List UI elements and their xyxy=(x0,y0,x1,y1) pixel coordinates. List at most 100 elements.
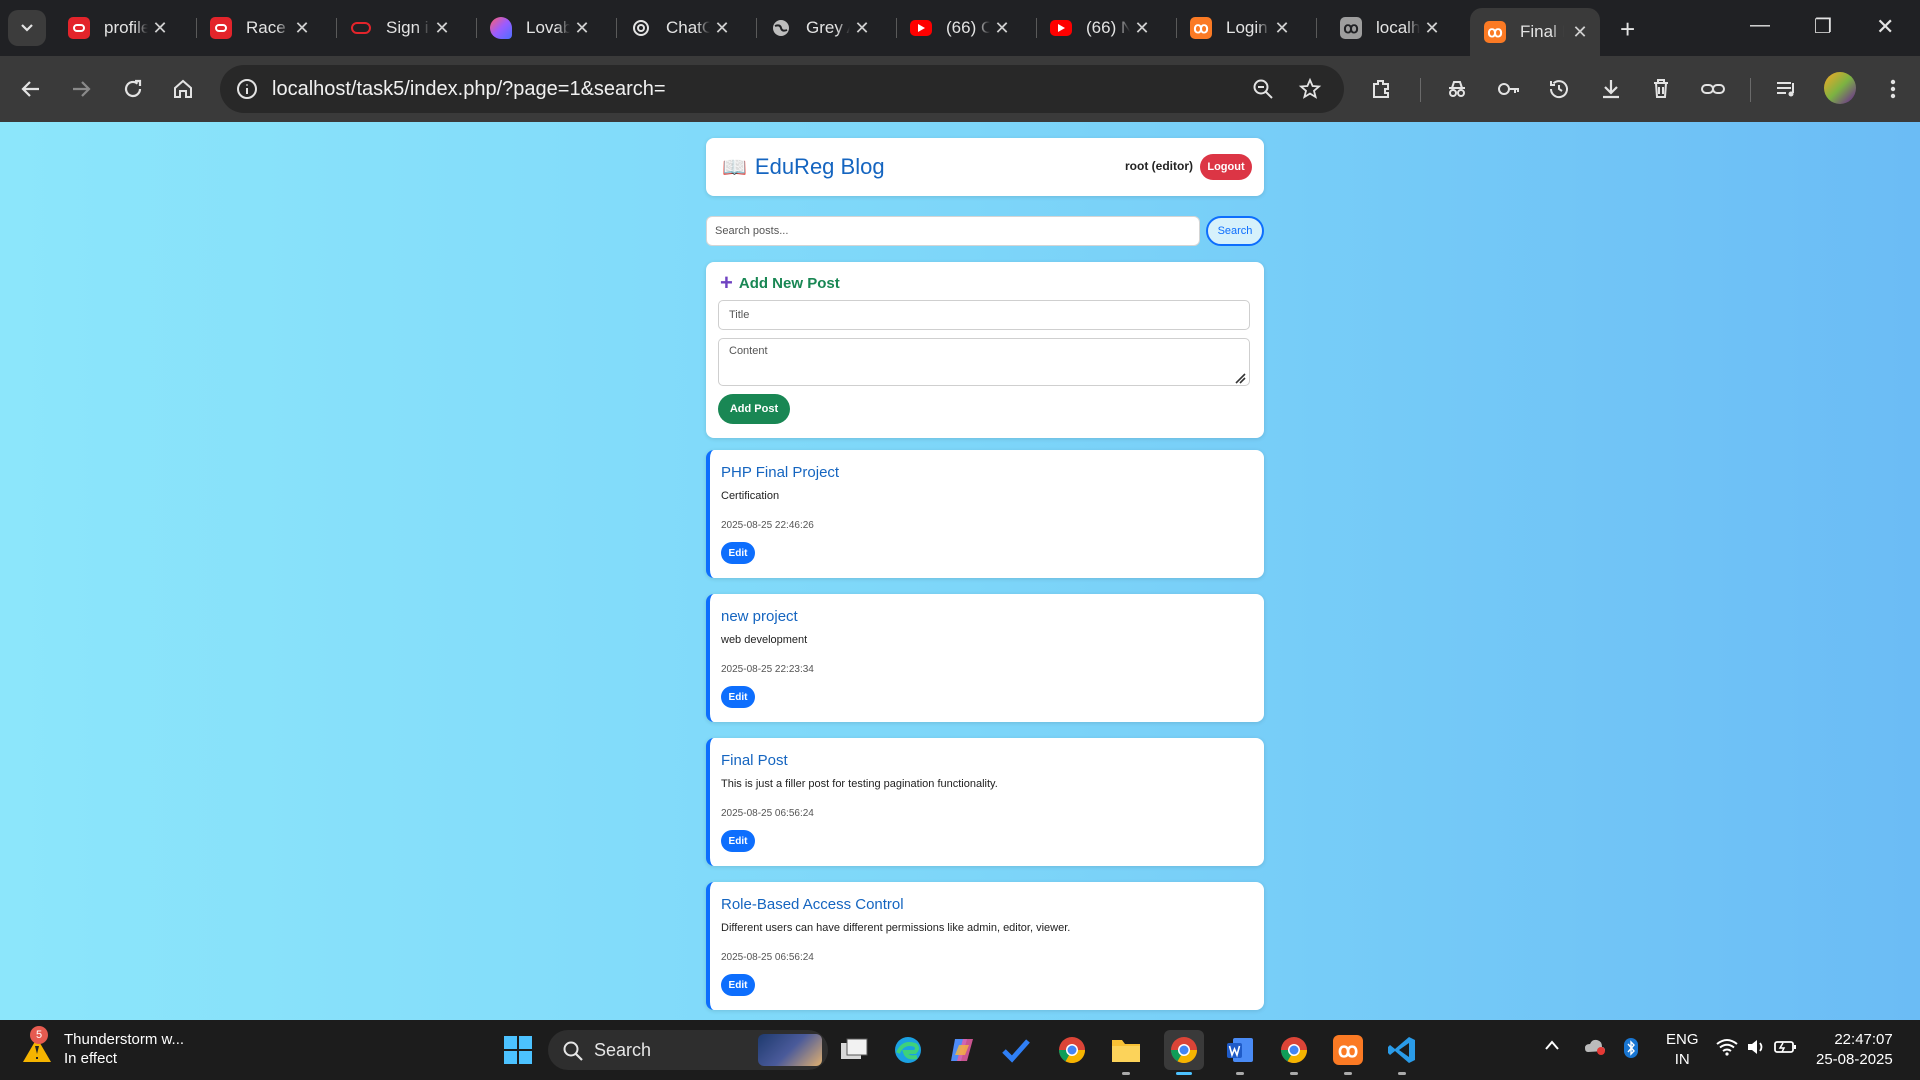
incognito-icon[interactable] xyxy=(1444,76,1470,102)
home-icon[interactable] xyxy=(170,76,196,102)
edit-post-button[interactable]: Edit xyxy=(721,686,755,708)
post-title[interactable]: PHP Final Project xyxy=(721,464,839,481)
add-post-button[interactable]: Add Post xyxy=(718,394,790,424)
post-content-input[interactable] xyxy=(718,338,1250,386)
volume-icon[interactable] xyxy=(1746,1038,1766,1059)
xampp-icon: ꝏ xyxy=(1340,17,1362,39)
copilot-icon[interactable] xyxy=(944,1032,980,1068)
password-key-icon[interactable] xyxy=(1496,76,1522,102)
chrome-active-icon[interactable] xyxy=(1164,1030,1204,1070)
close-tab-icon[interactable]: ✕ xyxy=(852,18,872,39)
browser-tab[interactable]: ꝏ Login ✕ xyxy=(1176,8,1302,48)
chatgpt-icon xyxy=(630,17,652,39)
browser-tab[interactable]: ꝏ localh ✕ xyxy=(1326,8,1452,48)
extensions-icon[interactable] xyxy=(1368,76,1394,102)
link-icon[interactable] xyxy=(1700,76,1726,102)
post-title[interactable]: Role-Based Access Control xyxy=(721,896,904,913)
chrome-profile-icon[interactable] xyxy=(1276,1032,1312,1068)
search-icon xyxy=(562,1040,584,1067)
page-viewport: 📖 EduReg Blog root (editor) Logout Searc… xyxy=(0,122,1920,1020)
battery-icon[interactable] xyxy=(1774,1038,1798,1059)
edit-post-button[interactable]: Edit xyxy=(721,974,755,996)
close-tab-icon[interactable]: ✕ xyxy=(292,18,312,39)
address-bar[interactable]: localhost/task5/index.php/?page=1&search… xyxy=(220,65,1344,113)
word-icon[interactable] xyxy=(1222,1032,1258,1068)
tab-search-button[interactable] xyxy=(8,10,46,46)
search-input[interactable] xyxy=(706,216,1200,246)
close-tab-icon[interactable]: ✕ xyxy=(1570,22,1590,43)
close-tab-icon[interactable]: ✕ xyxy=(992,18,1012,39)
post-date: 2025-08-25 22:23:34 xyxy=(721,664,814,675)
xampp-taskbar-icon[interactable]: ꝏ xyxy=(1330,1032,1366,1068)
resize-handle-icon[interactable] xyxy=(1234,372,1246,384)
post-date: 2025-08-25 22:46:26 xyxy=(721,520,814,531)
taskbar-search-box[interactable]: Search xyxy=(548,1030,828,1070)
browser-tab[interactable]: Sign in ✕ xyxy=(336,8,462,48)
clock-date: 25-08-2025 xyxy=(1816,1051,1893,1068)
edit-post-button[interactable]: Edit xyxy=(721,542,755,564)
new-tab-button[interactable]: + xyxy=(1620,14,1635,45)
bluetooth-icon[interactable] xyxy=(1624,1038,1638,1061)
weather-widget[interactable]: 5 Thunderstorm w... In effect xyxy=(20,1026,184,1068)
post-date: 2025-08-25 06:56:24 xyxy=(721,808,814,819)
edit-post-button[interactable]: Edit xyxy=(721,830,755,852)
file-explorer-icon[interactable] xyxy=(1108,1032,1144,1068)
restore-icon[interactable]: ❐ xyxy=(1814,14,1832,39)
wifi-icon[interactable] xyxy=(1716,1038,1738,1059)
post-title[interactable]: new project xyxy=(721,608,798,625)
browser-tab[interactable]: Grey A ✕ xyxy=(756,8,882,48)
user-role-label: root (editor) xyxy=(1125,159,1193,173)
todo-icon[interactable] xyxy=(998,1032,1034,1068)
close-tab-icon[interactable]: ✕ xyxy=(1422,18,1442,39)
close-tab-icon[interactable]: ✕ xyxy=(432,18,452,39)
browser-tab[interactable]: profile ✕ xyxy=(54,8,180,48)
site-brand[interactable]: 📖 EduReg Blog xyxy=(722,154,885,180)
bookmark-star-icon[interactable] xyxy=(1298,77,1322,106)
search-button[interactable]: Search xyxy=(1206,216,1264,246)
back-icon[interactable] xyxy=(18,76,44,102)
browser-menu-icon[interactable] xyxy=(1880,76,1906,102)
chrome-icon[interactable] xyxy=(1054,1032,1090,1068)
close-tab-icon[interactable]: ✕ xyxy=(150,18,170,39)
task-view-icon[interactable] xyxy=(836,1032,872,1068)
onedrive-error-icon[interactable] xyxy=(1584,1038,1606,1059)
edge-icon[interactable] xyxy=(890,1032,926,1068)
media-queue-icon[interactable] xyxy=(1774,76,1800,102)
close-tab-icon[interactable]: ✕ xyxy=(1132,18,1152,39)
close-window-icon[interactable]: ✕ xyxy=(1876,14,1894,40)
history-icon[interactable] xyxy=(1546,76,1572,102)
post-card: Final Post This is just a filler post fo… xyxy=(706,738,1264,866)
zoom-icon[interactable] xyxy=(1252,78,1274,105)
delete-icon[interactable] xyxy=(1648,76,1674,102)
browser-tab-active[interactable]: ꝏ Final I ✕ xyxy=(1470,8,1600,56)
profile-avatar[interactable] xyxy=(1824,72,1856,104)
language-indicator[interactable]: ENG IN xyxy=(1666,1030,1699,1070)
post-card: new project web development 2025-08-25 2… xyxy=(706,594,1264,722)
browser-tab[interactable]: Lovab ✕ xyxy=(476,8,602,48)
youtube-icon xyxy=(910,20,932,36)
post-title-input[interactable] xyxy=(718,300,1250,330)
browser-tab[interactable]: (66) C ✕ xyxy=(896,8,1022,48)
vscode-icon[interactable] xyxy=(1384,1032,1420,1068)
forward-icon[interactable] xyxy=(68,76,94,102)
post-title[interactable]: Final Post xyxy=(721,752,788,769)
minimize-icon[interactable]: — xyxy=(1750,14,1770,37)
tray-chevron-icon[interactable] xyxy=(1544,1038,1560,1054)
add-post-form: + Add New Post Add Post xyxy=(706,262,1264,438)
logout-button[interactable]: Logout xyxy=(1200,154,1252,180)
browser-tab[interactable]: (66) N ✕ xyxy=(1036,8,1162,48)
browser-tab[interactable]: ChatG ✕ xyxy=(616,8,742,48)
browser-tab[interactable]: Race T ✕ xyxy=(196,8,322,48)
reload-icon[interactable] xyxy=(120,76,146,102)
post-content: Different users can have different permi… xyxy=(721,922,1071,934)
clock-time: 22:47:07 xyxy=(1834,1031,1893,1048)
close-tab-icon[interactable]: ✕ xyxy=(572,18,592,39)
close-tab-icon[interactable]: ✕ xyxy=(712,18,732,39)
browser-tab-strip: profile ✕ Race T ✕ Sign in ✕ Lovab ✕ Cha… xyxy=(0,0,1920,56)
close-tab-icon[interactable]: ✕ xyxy=(1272,18,1292,39)
site-info-icon[interactable] xyxy=(236,78,258,105)
url-text[interactable]: localhost/task5/index.php/?page=1&search… xyxy=(272,78,666,101)
system-clock[interactable]: 22:47:07 25-08-2025 xyxy=(1816,1030,1893,1070)
download-icon[interactable] xyxy=(1598,76,1624,102)
windows-start-icon[interactable] xyxy=(500,1032,536,1068)
